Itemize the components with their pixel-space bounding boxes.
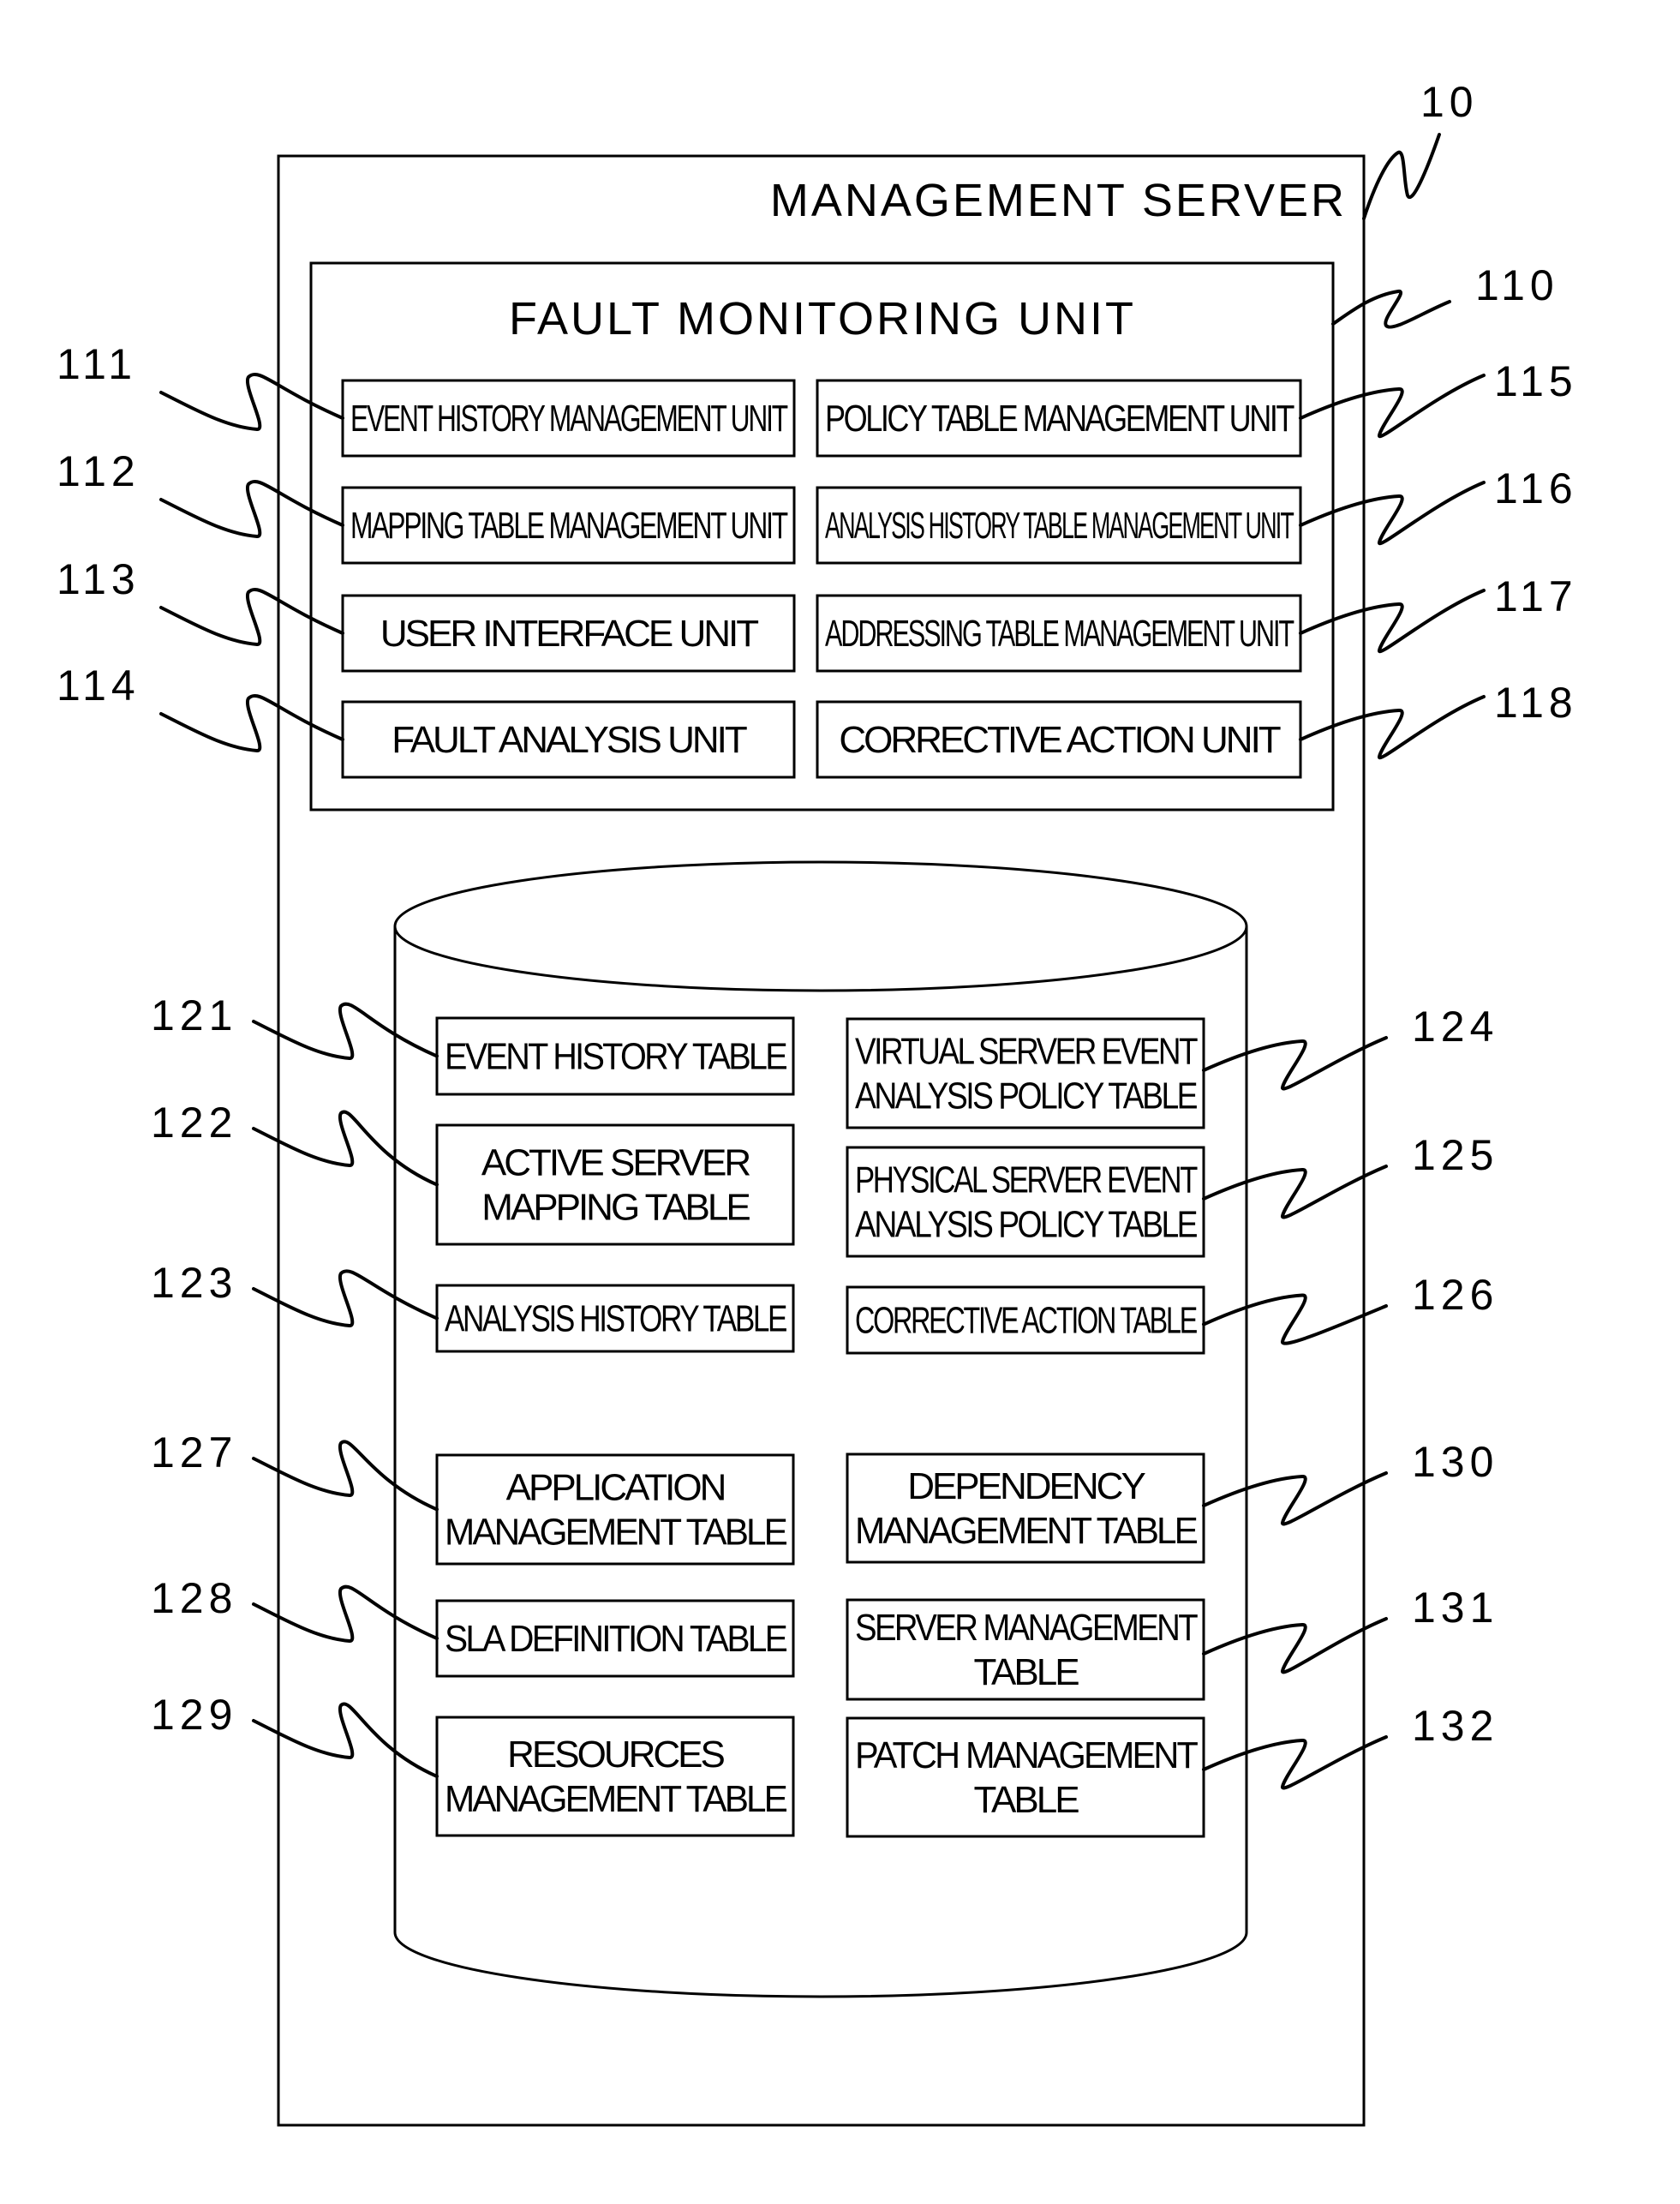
table-label: RESOURCES: [507, 1734, 724, 1776]
reference-number: 117: [1494, 572, 1578, 620]
unit-policy-table-management-unit: POLICY TABLE MANAGEMENT UNIT: [816, 379, 1302, 458]
table-label: DEPENDENCY: [907, 1465, 1145, 1507]
unit-label: ANALYSIS HISTORY TABLE MANAGEMENT UNIT: [825, 505, 1294, 547]
unit-corrective-action-unit: CORRECTIVE ACTION UNIT: [816, 700, 1302, 779]
server-ref-leader: [1362, 133, 1441, 220]
table-label: TABLE: [973, 1651, 1079, 1693]
table-sla-definition-table: SLA DEFINITION TABLE: [435, 1599, 795, 1678]
fault-monitoring-unit-ref-number: 110: [1475, 261, 1559, 309]
unit-label: EVENT HISTORY MANAGEMENT UNIT: [350, 398, 788, 440]
unit-user-interface-unit: USER INTERFACE UNIT: [341, 594, 796, 673]
table-patch-management-table: PATCH MANAGEMENTTABLE: [846, 1716, 1205, 1838]
reference-number: 111: [57, 340, 137, 388]
reference-number: 115: [1494, 357, 1578, 405]
table-label: TABLE: [973, 1779, 1079, 1821]
unit-mapping-table-management-unit: MAPPING TABLE MANAGEMENT UNIT: [341, 486, 796, 565]
unit-label: FAULT ANALYSIS UNIT: [392, 719, 747, 761]
fault-monitoring-unit-label: FAULT MONITORING UNIT: [509, 293, 1136, 344]
unit-label: CORRECTIVE ACTION UNIT: [839, 719, 1280, 761]
reference-number: 121: [151, 991, 237, 1039]
unit-label: MAPPING TABLE MANAGEMENT UNIT: [350, 505, 788, 547]
table-dependency-management-table: DEPENDENCYMANAGEMENT TABLE: [846, 1452, 1205, 1564]
reference-number: 118: [1494, 679, 1578, 727]
reference-number: 128: [151, 1574, 237, 1622]
reference-number: 123: [151, 1259, 237, 1307]
table-label: MANAGEMENT TABLE: [445, 1778, 787, 1820]
table-active-server-mapping-table: ACTIVE SERVERMAPPING TABLE: [435, 1123, 795, 1246]
reference-number: 125: [1412, 1131, 1498, 1179]
table-label: PHYSICAL SERVER EVENT: [855, 1159, 1198, 1201]
table-label: EVENT HISTORY TABLE: [445, 1036, 786, 1078]
table-application-management-table: APPLICATIONMANAGEMENT TABLE: [435, 1453, 795, 1566]
table-corrective-action-table: CORRECTIVE ACTION TABLE: [846, 1285, 1205, 1355]
reference-number: 131: [1412, 1584, 1498, 1632]
table-virtual-server-event-analysis-policy-table: VIRTUAL SERVER EVENTANALYSIS POLICY TABL…: [846, 1017, 1205, 1129]
table-label: SLA DEFINITION TABLE: [445, 1618, 787, 1660]
table-label: MAPPING TABLE: [481, 1187, 750, 1229]
table-label: APPLICATION: [506, 1467, 725, 1509]
server-ref-number: 10: [1420, 78, 1479, 126]
unit-fault-analysis-unit: FAULT ANALYSIS UNIT: [341, 700, 796, 779]
table-label: PATCH MANAGEMENT: [855, 1734, 1198, 1776]
reference-number: 122: [151, 1099, 237, 1147]
reference-number: 127: [151, 1428, 237, 1476]
reference-number: 124: [1412, 1003, 1498, 1051]
table-event-history-table: EVENT HISTORY TABLE: [435, 1016, 795, 1096]
table-resources-management-table: RESOURCESMANAGEMENT TABLE: [435, 1716, 795, 1837]
management-server-label: MANAGEMENT SERVER: [770, 175, 1347, 226]
unit-label: ADDRESSING TABLE MANAGEMENT UNIT: [825, 613, 1294, 655]
table-label: VIRTUAL SERVER EVENT: [855, 1031, 1198, 1073]
database-cylinder-top: [393, 860, 1248, 992]
unit-analysis-history-table-management-unit: ANALYSIS HISTORY TABLE MANAGEMENT UNIT: [816, 486, 1302, 565]
table-label: ANALYSIS POLICY TABLE: [855, 1204, 1197, 1246]
reference-number: 126: [1412, 1271, 1498, 1319]
unit-event-history-management-unit: EVENT HISTORY MANAGEMENT UNIT: [341, 379, 796, 458]
table-server-management-table: SERVER MANAGEMENTTABLE: [846, 1598, 1205, 1701]
table-label: ANALYSIS POLICY TABLE: [855, 1075, 1197, 1117]
table-physical-server-event-analysis-policy-table: PHYSICAL SERVER EVENTANALYSIS POLICY TAB…: [846, 1146, 1205, 1258]
reference-number: 113: [57, 555, 140, 603]
table-label: MANAGEMENT TABLE: [855, 1510, 1198, 1552]
reference-number: 112: [57, 447, 140, 495]
table-analysis-history-table: ANALYSIS HISTORY TABLE: [435, 1284, 795, 1353]
reference-number: 132: [1412, 1702, 1498, 1750]
table-label: MANAGEMENT TABLE: [445, 1512, 787, 1554]
table-label: CORRECTIVE ACTION TABLE: [855, 1300, 1197, 1342]
reference-number: 114: [57, 662, 140, 710]
unit-addressing-table-management-unit: ADDRESSING TABLE MANAGEMENT UNIT: [816, 594, 1302, 673]
reference-number: 130: [1412, 1438, 1498, 1486]
unit-label: POLICY TABLE MANAGEMENT UNIT: [825, 398, 1294, 440]
table-label: ANALYSIS HISTORY TABLE: [445, 1298, 786, 1340]
reference-number: 116: [1494, 464, 1578, 512]
table-label: ACTIVE SERVER: [481, 1142, 750, 1184]
reference-number: 129: [151, 1691, 237, 1739]
unit-label: USER INTERFACE UNIT: [380, 613, 758, 655]
table-label: SERVER MANAGEMENT: [855, 1607, 1198, 1649]
patent-figure: MANAGEMENT SERVER 10 FAULT MONITORING UN…: [57, 78, 1578, 2127]
